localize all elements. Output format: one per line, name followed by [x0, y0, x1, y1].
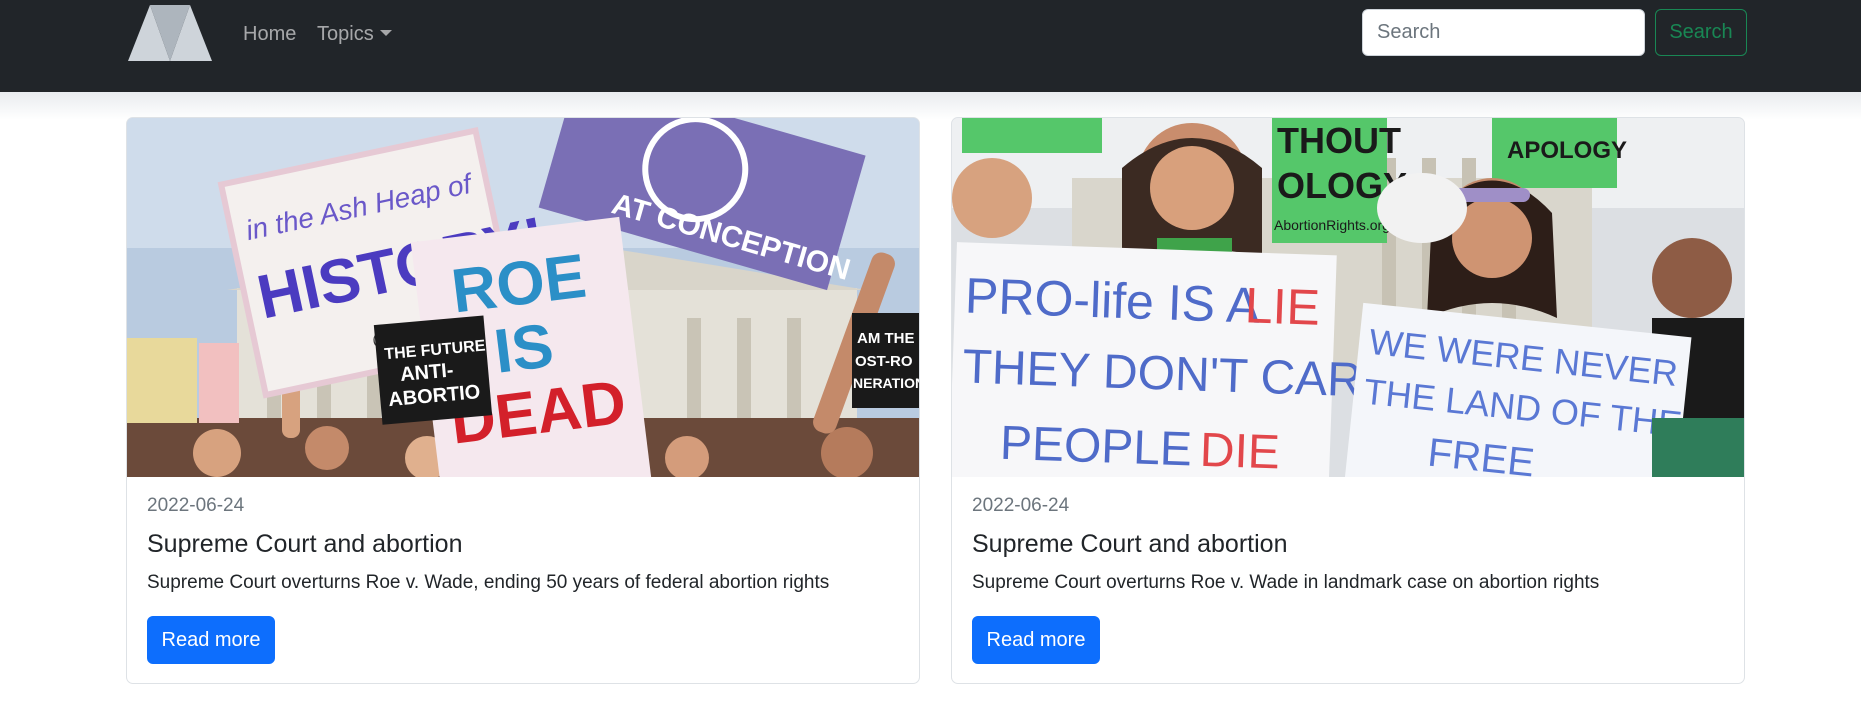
article-card: in the Ash Heap of HISTORY! @savanna.4li…	[126, 117, 920, 684]
read-more-button[interactable]: Read more	[972, 616, 1100, 664]
search-button[interactable]: Search	[1655, 9, 1747, 56]
article-date: 2022-06-24	[147, 495, 245, 516]
site-logo[interactable]	[128, 5, 212, 61]
article-title: Supreme Court and abortion	[147, 530, 463, 558]
svg-text:THOUT: THOUT	[1277, 120, 1401, 161]
article-card: THOUT OLOGY AbortionRights.org APOLOGY P…	[951, 117, 1745, 684]
svg-text:DIE: DIE	[1199, 424, 1281, 477]
svg-text:ANTI-: ANTI-	[399, 359, 454, 386]
svg-text:IS: IS	[491, 311, 558, 387]
read-more-button[interactable]: Read more	[147, 616, 275, 664]
article-image[interactable]: in the Ash Heap of HISTORY! @savanna.4li…	[127, 118, 919, 477]
nav-link-home[interactable]: Home	[243, 20, 296, 48]
navbar-shadow	[0, 92, 1861, 120]
svg-text:APOLOGY: APOLOGY	[1507, 137, 1627, 164]
nav-topics-label: Topics	[317, 23, 374, 45]
article-summary: Supreme Court overturns Roe v. Wade in l…	[972, 572, 1600, 593]
top-navbar: Home Topics Search	[0, 0, 1861, 92]
svg-text:AbortionRights.org: AbortionRights.org	[1274, 217, 1390, 233]
svg-text:OST-RO: OST-RO	[855, 353, 913, 370]
caret-down-icon	[379, 30, 392, 36]
svg-text:NERATION: NERATION	[853, 375, 919, 391]
svg-text:PEOPLE: PEOPLE	[999, 417, 1193, 477]
svg-text:AM THE: AM THE	[857, 330, 915, 347]
svg-text:PRO-life IS A: PRO-life IS A	[964, 267, 1261, 333]
svg-text:LIE: LIE	[1244, 277, 1321, 336]
nav-dropdown-topics[interactable]: Topics	[317, 20, 392, 48]
article-date: 2022-06-24	[972, 495, 1070, 516]
article-summary: Supreme Court overturns Roe v. Wade, end…	[147, 572, 830, 593]
article-image[interactable]: THOUT OLOGY AbortionRights.org APOLOGY P…	[952, 118, 1744, 477]
search-input[interactable]	[1362, 9, 1645, 56]
article-title: Supreme Court and abortion	[972, 530, 1288, 558]
